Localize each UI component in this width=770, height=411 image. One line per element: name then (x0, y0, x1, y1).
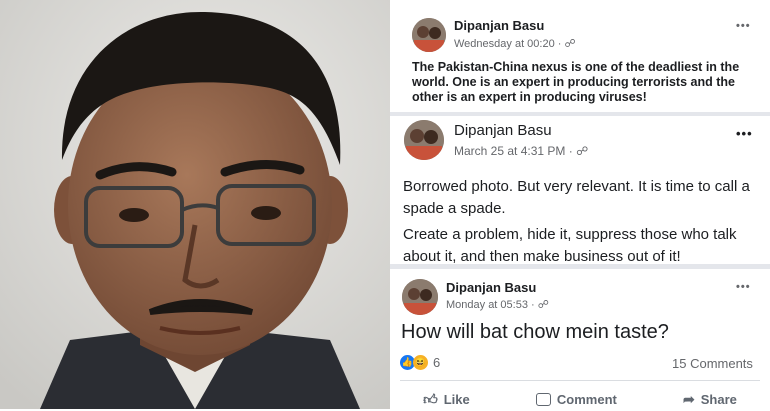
post-2: Dipanjan Basu March 25 at 4:31 PM · ☍ ••… (390, 116, 770, 265)
globe-icon: ☍ (537, 299, 549, 311)
globe-icon: ☍ (576, 144, 589, 158)
thumbs-up-icon: 👍︎ (423, 390, 438, 407)
haha-reaction-icon: 😆 (413, 355, 428, 370)
timestamp-text: March 25 at 4:31 PM · (454, 144, 577, 158)
post-timestamp[interactable]: March 25 at 4:31 PM · ☍ (454, 144, 588, 158)
comment-button[interactable]: Comment (535, 391, 617, 407)
share-button[interactable]: ➦ Share (683, 391, 737, 408)
timestamp-text: Monday at 05:53 · (446, 299, 538, 311)
comment-icon (535, 392, 551, 406)
globe-icon: ☍ (564, 38, 576, 50)
post-3: Dipanjan Basu Monday at 05:53 · ☍ ••• Ho… (390, 269, 770, 409)
more-options-icon[interactable]: ••• (736, 126, 753, 141)
post-author[interactable]: Dipanjan Basu (446, 280, 536, 295)
reaction-summary[interactable]: 👍 😆 6 (400, 355, 440, 370)
more-options-icon[interactable]: ••• (736, 281, 751, 293)
more-options-icon[interactable]: ••• (736, 20, 751, 32)
avatar[interactable] (412, 18, 446, 52)
portrait-photo (0, 0, 390, 409)
post-body-line-1: Borrowed photo. But very relevant. It is… (403, 178, 750, 217)
post-body-line-2: Create a problem, hide it, suppress thos… (403, 226, 737, 265)
post-author[interactable]: Dipanjan Basu (454, 18, 544, 33)
post-timestamp[interactable]: Monday at 05:53 · ☍ (446, 298, 549, 311)
post-body: The Pakistan-China nexus is one of the d… (412, 60, 740, 104)
avatar[interactable] (402, 279, 438, 315)
post-1: Dipanjan Basu Wednesday at 00:20 · ☍ •••… (390, 0, 770, 114)
share-icon: ➦ (683, 390, 695, 407)
action-bar: 👍︎ Like Comment ➦ Share (390, 387, 770, 411)
share-label: Share (700, 391, 737, 407)
like-label: Like (443, 391, 470, 407)
comment-label: Comment (556, 391, 617, 407)
facebook-posts-panel: Dipanjan Basu Wednesday at 00:20 · ☍ •••… (390, 0, 770, 409)
action-divider (400, 380, 760, 381)
timestamp-text: Wednesday at 00:20 · (454, 38, 565, 50)
post-author[interactable]: Dipanjan Basu (454, 122, 552, 139)
post-body: How will bat chow mein taste? (401, 321, 669, 343)
avatar[interactable] (404, 120, 444, 160)
comments-count[interactable]: 15 Comments (672, 356, 753, 371)
like-button[interactable]: 👍︎ Like (423, 391, 470, 408)
reaction-count: 6 (433, 355, 441, 370)
post-timestamp[interactable]: Wednesday at 00:20 · ☍ (454, 37, 576, 50)
